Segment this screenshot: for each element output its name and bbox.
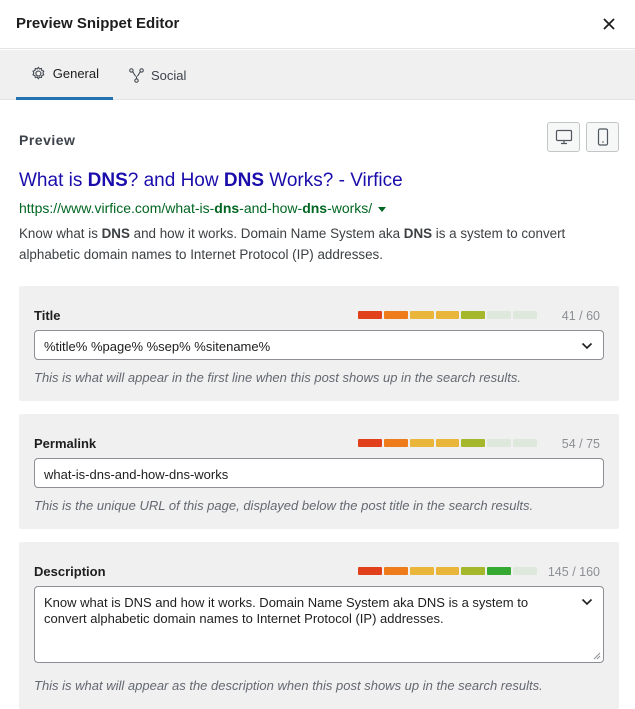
- serp-url[interactable]: https://www.virfice.com/what-is-dns-and-…: [19, 200, 387, 216]
- tab-bar: General Social: [0, 50, 635, 100]
- description-label: Description: [34, 564, 106, 579]
- serp-description: Know what is DNS and how it works. Domai…: [19, 223, 609, 265]
- serp-url-text: -and-how-: [239, 200, 303, 216]
- permalink-char-count: 54 / 75: [561, 437, 600, 451]
- permalink-label: Permalink: [34, 436, 97, 451]
- permalink-card: Permalink 54 / 75 what-is-dns-and-how-dn…: [19, 414, 619, 529]
- preview-heading: Preview: [19, 132, 76, 148]
- desktop-preview-button[interactable]: [547, 122, 580, 152]
- serp-url-keyword: dns: [214, 200, 240, 216]
- description-help-text: This is what will appear as the descript…: [34, 678, 543, 693]
- description-card: Description 145 / 160 Know what is DNS a…: [19, 542, 619, 709]
- title-label: Title: [34, 308, 61, 323]
- desktop-icon: [555, 129, 572, 145]
- permalink-input-value: what-is-dns-and-how-dns-works: [44, 467, 229, 482]
- mobile-preview-button[interactable]: [586, 122, 619, 152]
- gear-icon: [32, 66, 45, 80]
- title-char-count: 41 / 60: [561, 309, 600, 323]
- title-help-text: This is what will appear in the first li…: [34, 370, 522, 385]
- tab-social-label: Social: [151, 67, 187, 83]
- serp-desc-text: and how it works. Domain Name System aka: [129, 226, 404, 241]
- description-textarea[interactable]: Know what is DNS and how it works. Domai…: [34, 586, 604, 663]
- caret-down-icon: [378, 206, 387, 212]
- modal-header: Preview Snippet Editor: [0, 0, 635, 49]
- serp-url-text: https://www.virfice.com/what-is-: [19, 200, 215, 216]
- serp-url-text: -works/: [327, 200, 373, 216]
- title-length-meter: [358, 311, 538, 319]
- serp-desc-keyword: DNS: [403, 226, 433, 241]
- description-length-meter: [358, 567, 538, 575]
- title-input[interactable]: %title% %page% %sep% %sitename%: [34, 330, 604, 360]
- tab-social[interactable]: Social: [114, 50, 200, 100]
- title-card: Title 41 / 60 %title% %page% %sep% %site…: [19, 286, 619, 401]
- serp-desc-keyword: DNS: [101, 226, 130, 241]
- description-textarea-value: Know what is DNS and how it works. Domai…: [44, 595, 529, 626]
- permalink-help-text: This is the unique URL of this page, dis…: [34, 498, 534, 513]
- tab-general[interactable]: General: [16, 50, 113, 100]
- permalink-length-meter: [358, 439, 538, 447]
- share-nodes-icon: [129, 67, 144, 83]
- serp-title[interactable]: What is DNS? and How DNS Works? - Virfic…: [19, 170, 403, 192]
- close-button[interactable]: [599, 14, 619, 34]
- resize-handle-icon[interactable]: [593, 652, 601, 660]
- title-input-value: %title% %page% %sep% %sitename%: [44, 339, 271, 354]
- modal-title: Preview Snippet Editor: [16, 15, 180, 32]
- serp-title-text: What is: [19, 170, 88, 191]
- close-icon: [603, 18, 615, 30]
- mobile-icon: [597, 128, 608, 146]
- tab-general-label: General: [52, 66, 99, 81]
- serp-title-keyword: DNS: [223, 170, 264, 191]
- serp-desc-text: Know what is: [19, 226, 102, 241]
- serp-title-text: ? and How: [127, 170, 224, 191]
- chevron-down-icon[interactable]: [581, 596, 593, 608]
- permalink-input[interactable]: what-is-dns-and-how-dns-works: [34, 458, 604, 488]
- serp-title-keyword: DNS: [87, 170, 128, 191]
- description-char-count: 145 / 160: [547, 565, 600, 579]
- serp-url-keyword: dns: [302, 200, 328, 216]
- chevron-down-icon[interactable]: [581, 340, 593, 352]
- serp-title-text: Works? - Virfice: [264, 170, 403, 191]
